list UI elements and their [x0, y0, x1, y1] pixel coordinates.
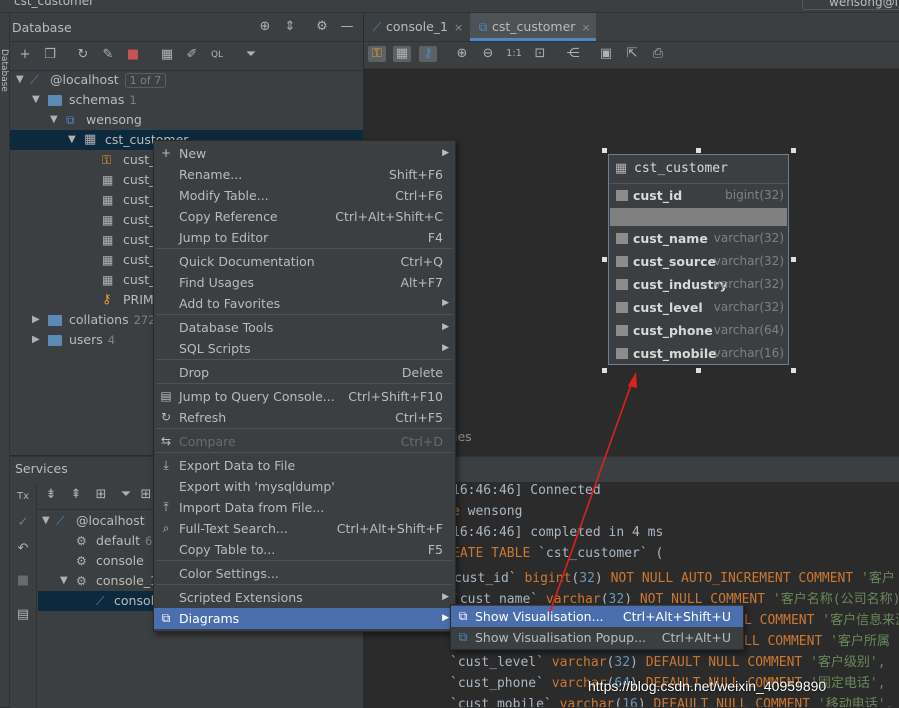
- watermark: https://blog.csdn.net/weixin_40959890: [588, 678, 827, 694]
- annotation-arrow: [549, 372, 637, 613]
